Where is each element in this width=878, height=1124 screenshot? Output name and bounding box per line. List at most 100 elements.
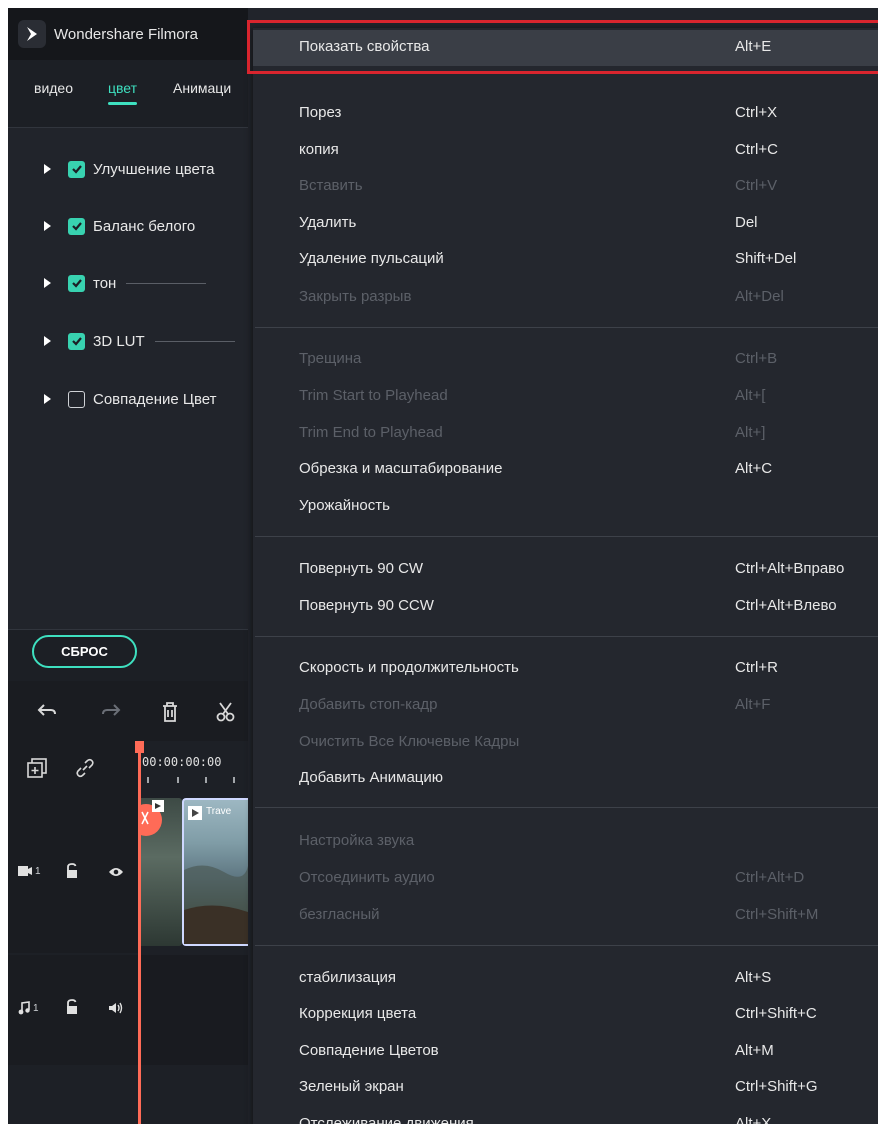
checkbox-checked[interactable]	[68, 274, 85, 292]
menu-item-audio-adjust[interactable]: Настройка звука	[253, 824, 878, 860]
redo-icon[interactable]	[100, 701, 122, 726]
timeline-controls	[8, 741, 138, 793]
property-tabs: видео цвет Анимаци	[8, 60, 248, 128]
menu-item-crop[interactable]: Урожайность	[253, 489, 878, 525]
menu-item-label: копия	[299, 141, 339, 158]
menu-item-color-match[interactable]: Совпадение Цветов Alt+M	[253, 1034, 878, 1070]
menu-item-cut[interactable]: Порез Ctrl+X	[253, 96, 878, 132]
menu-item-shortcut: Alt+S	[735, 969, 772, 986]
menu-item-green-screen[interactable]: Зеленый экран Ctrl+Shift+G	[253, 1070, 878, 1106]
menu-item-trim-start[interactable]: Trim Start to Playhead Alt+[	[253, 379, 878, 415]
menu-item-clear-keyframes[interactable]: Очистить Все Ключевые Кадры	[253, 725, 878, 761]
menu-item-split[interactable]: Трещина Ctrl+B	[253, 342, 878, 378]
expand-caret-icon[interactable]	[44, 278, 51, 288]
lock-icon[interactable]	[65, 863, 79, 884]
menu-item-shortcut: Ctrl+B	[735, 350, 778, 367]
checkbox-checked[interactable]	[68, 160, 85, 178]
menu-item-label: Очистить Все Ключевые Кадры	[299, 733, 520, 750]
scissors-icon[interactable]	[216, 701, 238, 728]
add-track-icon[interactable]	[26, 757, 48, 784]
menu-item-shortcut: Ctrl+V	[735, 177, 778, 194]
menu-item-show-properties[interactable]: Показать свойства Alt+E	[253, 30, 878, 66]
menu-item-shortcut: Ctrl+R	[735, 659, 778, 676]
checkbox-checked[interactable]	[68, 332, 85, 350]
divider-line	[154, 340, 235, 342]
menu-item-crop-zoom[interactable]: Обрезка и масштабирование Alt+C	[253, 452, 878, 488]
menu-item-label: Отсоединить аудио	[299, 869, 435, 886]
menu-item-label: Порез	[299, 104, 342, 121]
menu-item-paste[interactable]: Вставить Ctrl+V	[253, 169, 878, 205]
menu-item-label: Обрезка и масштабирование	[299, 460, 503, 477]
menu-item-label: Удалить	[299, 214, 357, 231]
filmora-window: Wondershare Filmora видео цвет Анимаци У…	[8, 8, 878, 1124]
expand-caret-icon[interactable]	[44, 164, 51, 174]
checkbox-unchecked[interactable]	[68, 390, 85, 408]
property-color-enhance[interactable]: Улучшение цвета	[8, 153, 248, 185]
menu-item-rotate-cw[interactable]: Повернуть 90 CW Ctrl+Alt+Вправо	[253, 552, 878, 588]
menu-item-color-correction[interactable]: Коррекция цвета Ctrl+Shift+C	[253, 997, 878, 1033]
menu-item-label: Повернуть 90 CW	[299, 560, 424, 577]
menu-item-delete[interactable]: Удалить Del	[253, 206, 878, 242]
tab-animation[interactable]: Анимаци	[173, 80, 231, 96]
timeline-ruler[interactable]: 00:00:00:00	[138, 741, 248, 787]
menu-separator	[255, 72, 878, 73]
lock-icon[interactable]	[65, 999, 79, 1020]
video-clip[interactable]	[130, 798, 182, 946]
menu-item-rotate-ccw[interactable]: Повернуть 90 CCW Ctrl+Alt+Влево	[253, 589, 878, 625]
menu-item-label: Отслеживание движения	[299, 1115, 474, 1124]
menu-item-label: Вставить	[299, 177, 363, 194]
eye-icon[interactable]	[108, 865, 124, 883]
undo-icon[interactable]	[36, 701, 58, 726]
menu-item-trim-end[interactable]: Trim End to Playhead Alt+]	[253, 416, 878, 452]
menu-item-freeze-frame[interactable]: Добавить стоп-кадр Alt+F	[253, 688, 878, 724]
clip-title: Trave	[206, 806, 232, 817]
audio-track-header: 1	[8, 955, 138, 1065]
property-label: 3D LUT	[93, 332, 145, 350]
menu-item-mute[interactable]: безгласный Ctrl+Shift+M	[253, 898, 878, 934]
menu-separator	[255, 807, 878, 808]
menu-item-label: Добавить Анимацию	[299, 769, 444, 786]
menu-item-copy[interactable]: копия Ctrl+C	[253, 133, 878, 169]
menu-item-shortcut: Shift+Del	[735, 250, 797, 267]
menu-item-label: Trim End to Playhead	[299, 424, 443, 441]
menu-item-label: Зеленый экран	[299, 1078, 404, 1095]
expand-caret-icon[interactable]	[44, 336, 51, 346]
audio-track[interactable]	[138, 955, 248, 1065]
delete-icon[interactable]	[160, 701, 180, 728]
menu-item-add-animation[interactable]: Добавить Анимацию	[253, 761, 878, 797]
reset-button[interactable]: СБРОС	[32, 635, 137, 668]
volume-icon[interactable]	[108, 1001, 124, 1020]
menu-item-close-gap[interactable]: Закрыть разрыв Alt+Del	[253, 280, 878, 316]
expand-caret-icon[interactable]	[44, 221, 51, 231]
audio-track-number: 1	[33, 1002, 39, 1014]
menu-item-shortcut: Ctrl+Alt+Вправо	[735, 560, 845, 577]
music-icon: 1	[18, 1001, 39, 1015]
property-color-match[interactable]: Совпадение Цвет	[8, 383, 248, 415]
property-3d-lut[interactable]: 3D LUT	[8, 325, 248, 357]
expand-caret-icon[interactable]	[44, 394, 51, 404]
menu-item-detach-audio[interactable]: Отсоединить аудио Ctrl+Alt+D	[253, 861, 878, 897]
tab-color[interactable]: цвет	[108, 80, 138, 105]
property-white-balance[interactable]: Баланс белого	[8, 210, 248, 242]
app-title: Wondershare Filmora	[54, 25, 198, 43]
playhead[interactable]	[138, 741, 141, 1124]
menu-item-speed-duration[interactable]: Скорость и продолжительность Ctrl+R	[253, 651, 878, 687]
video-clip-selected[interactable]: Trave	[182, 798, 248, 946]
menu-item-ripple-delete[interactable]: Удаление пульсаций Shift+Del	[253, 242, 878, 278]
timeline-toolbar	[8, 681, 248, 741]
menu-item-stabilization[interactable]: стабилизация Alt+S	[253, 961, 878, 997]
menu-item-label: Повернуть 90 CCW	[299, 597, 434, 614]
tab-video[interactable]: видео	[34, 80, 73, 96]
property-label: Улучшение цвета	[93, 160, 215, 178]
menu-item-motion-tracking[interactable]: Отслеживание движения Alt+X	[253, 1107, 878, 1124]
title-bar: Wondershare Filmora	[8, 8, 248, 60]
checkbox-checked[interactable]	[68, 217, 85, 235]
ruler-ticks	[147, 777, 235, 783]
link-icon[interactable]	[74, 757, 96, 784]
property-tone[interactable]: тон	[8, 267, 248, 299]
menu-separator	[255, 327, 878, 328]
video-track[interactable]: Trave	[130, 793, 248, 953]
playhead-handle[interactable]	[135, 741, 144, 753]
menu-separator	[255, 945, 878, 946]
menu-item-label: Удаление пульсаций	[299, 250, 444, 267]
